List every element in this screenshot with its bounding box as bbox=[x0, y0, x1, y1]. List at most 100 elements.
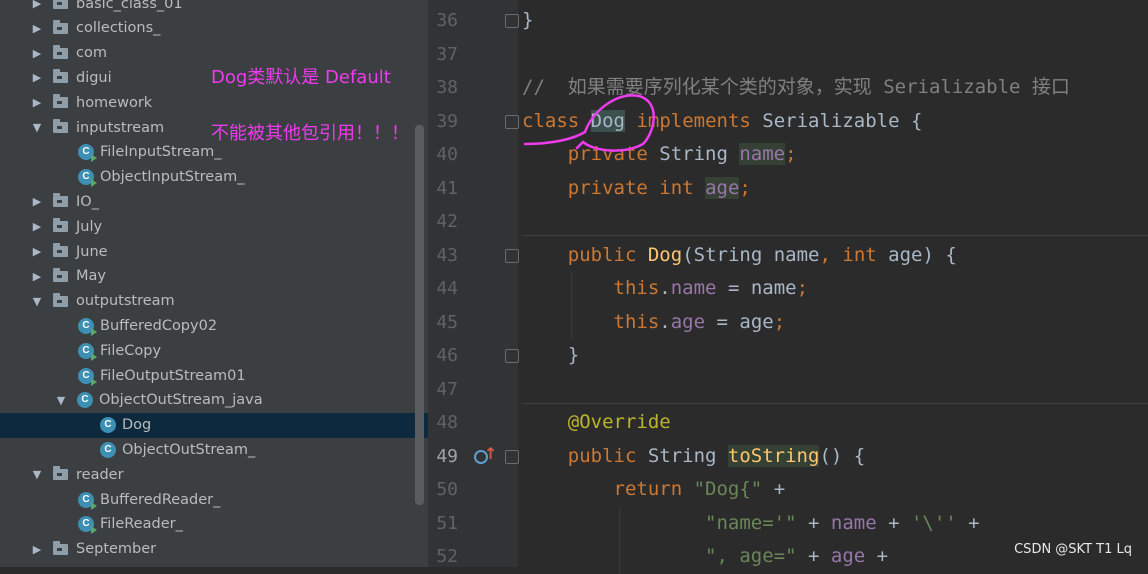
tree-item[interactable]: ▼ C ObjectOutStream_java bbox=[0, 388, 428, 413]
tree-item[interactable]: C BufferedCopy02 bbox=[0, 313, 428, 338]
collapse-arrow-icon[interactable]: ▶ bbox=[31, 245, 43, 258]
code-line[interactable]: @Override bbox=[522, 406, 671, 439]
java-class-icon: C bbox=[100, 417, 116, 434]
tree-item-label: basic_class_01 bbox=[76, 0, 183, 12]
expand-arrow-icon[interactable]: ▼ bbox=[31, 121, 43, 134]
tree-item[interactable]: ▶ July bbox=[0, 214, 428, 239]
code-line[interactable]: private int age; bbox=[522, 172, 751, 205]
line-number: 45 bbox=[436, 311, 458, 333]
code-line[interactable]: } bbox=[522, 4, 533, 37]
tree-item-label: IO_ bbox=[76, 193, 99, 210]
folder-icon bbox=[53, 218, 68, 233]
tree-item[interactable]: C ObjectOutStream_ bbox=[0, 437, 428, 462]
code-line[interactable]: this.name = name; bbox=[522, 272, 809, 305]
collapse-arrow-icon[interactable]: ▶ bbox=[31, 270, 43, 283]
tree-scrollbar[interactable] bbox=[415, 125, 424, 505]
collapse-arrow-icon[interactable]: ▶ bbox=[31, 543, 43, 556]
tree-item-label: ObjectOutStream_ bbox=[122, 441, 256, 458]
collapse-arrow-icon[interactable]: ▶ bbox=[31, 96, 43, 109]
tree-item-label: BufferedCopy02 bbox=[100, 317, 218, 334]
tree-item[interactable]: C BufferedReader_ bbox=[0, 487, 428, 512]
tree-item[interactable]: ▶ June bbox=[0, 239, 428, 264]
tree-item-label: ObjectOutStream_java bbox=[99, 392, 263, 409]
folder-icon bbox=[53, 267, 68, 282]
java-class-icon: C bbox=[78, 342, 97, 361]
tree-item[interactable]: ▶ com bbox=[0, 41, 428, 66]
tree-item[interactable]: C ObjectInputStream_ bbox=[0, 165, 428, 190]
tree-item[interactable]: ▼ reader bbox=[0, 462, 428, 487]
line-number: 37 bbox=[436, 43, 458, 65]
code-line[interactable]: ", age=" + age + bbox=[522, 540, 888, 573]
go-to-super-icon[interactable]: ↑ bbox=[484, 444, 497, 463]
line-number: 48 bbox=[436, 412, 458, 433]
fold-marker-icon[interactable] bbox=[505, 349, 519, 363]
tree-item[interactable]: ▶ May bbox=[0, 264, 428, 289]
code-line[interactable]: "name='" + name + '\'' + bbox=[522, 507, 980, 540]
line-number: 46 bbox=[436, 345, 458, 366]
collapse-arrow-icon[interactable]: ▶ bbox=[31, 220, 43, 233]
line-number: 38 bbox=[436, 77, 458, 98]
expand-arrow-icon[interactable]: ▼ bbox=[55, 394, 67, 407]
tree-item-label: reader bbox=[76, 466, 124, 483]
folder-icon bbox=[53, 69, 68, 84]
tree-item[interactable]: ▼ outputstream bbox=[0, 289, 428, 314]
tree-item-label: collections_ bbox=[76, 20, 161, 37]
code-line[interactable]: public Dog(String name, int age) { bbox=[522, 239, 957, 272]
tree-item-label: inputstream bbox=[76, 119, 165, 136]
folder-icon bbox=[53, 19, 68, 34]
handdrawn-circle bbox=[523, 94, 655, 152]
java-class-icon: C bbox=[78, 317, 97, 336]
line-number: 49 bbox=[436, 445, 458, 467]
java-class-icon: C bbox=[78, 144, 97, 163]
indent-guide bbox=[619, 506, 620, 574]
line-number: 51 bbox=[436, 512, 458, 534]
folder-icon bbox=[53, 540, 68, 555]
annotation-default-note: Dog类默认是 Default bbox=[211, 67, 391, 88]
collapse-arrow-icon[interactable]: ▶ bbox=[31, 195, 43, 208]
expand-arrow-icon[interactable]: ▼ bbox=[31, 295, 43, 308]
line-number: 44 bbox=[436, 278, 458, 299]
tree-item[interactable]: ▶ basic_class_01 bbox=[0, 0, 428, 16]
folder-icon bbox=[53, 0, 68, 9]
tree-item-label: September bbox=[76, 541, 157, 558]
fold-marker-icon[interactable] bbox=[505, 248, 519, 263]
code-line[interactable]: return "Dog{" + bbox=[522, 473, 786, 506]
folder-icon bbox=[53, 193, 68, 208]
tree-item-label: BufferedReader_ bbox=[100, 491, 221, 508]
code-line[interactable]: public String toString() { bbox=[522, 440, 865, 473]
method-separator bbox=[522, 235, 1148, 237]
collapse-arrow-icon[interactable]: ▶ bbox=[31, 0, 43, 10]
expand-arrow-icon[interactable]: ▼ bbox=[31, 468, 43, 481]
indent-guide bbox=[571, 272, 572, 339]
tree-item-label: homework bbox=[76, 94, 153, 111]
tree-item-label: FileReader_ bbox=[100, 516, 183, 533]
line-number: 47 bbox=[436, 378, 458, 400]
collapse-arrow-icon[interactable]: ▶ bbox=[31, 71, 43, 84]
tree-item[interactable]: C Dog bbox=[0, 412, 428, 438]
line-number: 41 bbox=[436, 177, 458, 199]
tree-item-label: July bbox=[76, 218, 103, 235]
folder-icon bbox=[53, 292, 68, 307]
tree-item-label: com bbox=[76, 45, 107, 62]
java-class-icon: C bbox=[78, 367, 97, 386]
fold-marker-icon[interactable] bbox=[505, 449, 519, 464]
tree-item-label: outputstream bbox=[76, 293, 175, 310]
code-line[interactable]: } bbox=[522, 339, 579, 372]
tree-item-label: Dog bbox=[122, 417, 152, 434]
line-number: 36 bbox=[436, 10, 458, 31]
tree-item[interactable]: C FileCopy bbox=[0, 338, 428, 363]
fold-marker-icon[interactable] bbox=[505, 14, 519, 28]
collapse-arrow-icon[interactable]: ▶ bbox=[31, 47, 43, 60]
tree-item[interactable]: ▶ September bbox=[0, 537, 428, 562]
tree-item[interactable]: ▶ IO_ bbox=[0, 189, 428, 214]
tree-item[interactable]: C FileOutputStream01 bbox=[0, 363, 428, 388]
tree-item[interactable]: C FileReader_ bbox=[0, 512, 428, 537]
tree-item-label: FileOutputStream01 bbox=[100, 367, 246, 384]
line-number: 43 bbox=[436, 244, 458, 266]
folder-icon bbox=[53, 466, 68, 481]
tree-item[interactable]: ▶ collections_ bbox=[0, 16, 428, 41]
code-line[interactable]: this.age = age; bbox=[522, 306, 786, 339]
line-number: 52 bbox=[436, 546, 458, 567]
tree-item[interactable]: ▶ homework bbox=[0, 90, 428, 115]
collapse-arrow-icon[interactable]: ▶ bbox=[31, 22, 43, 35]
